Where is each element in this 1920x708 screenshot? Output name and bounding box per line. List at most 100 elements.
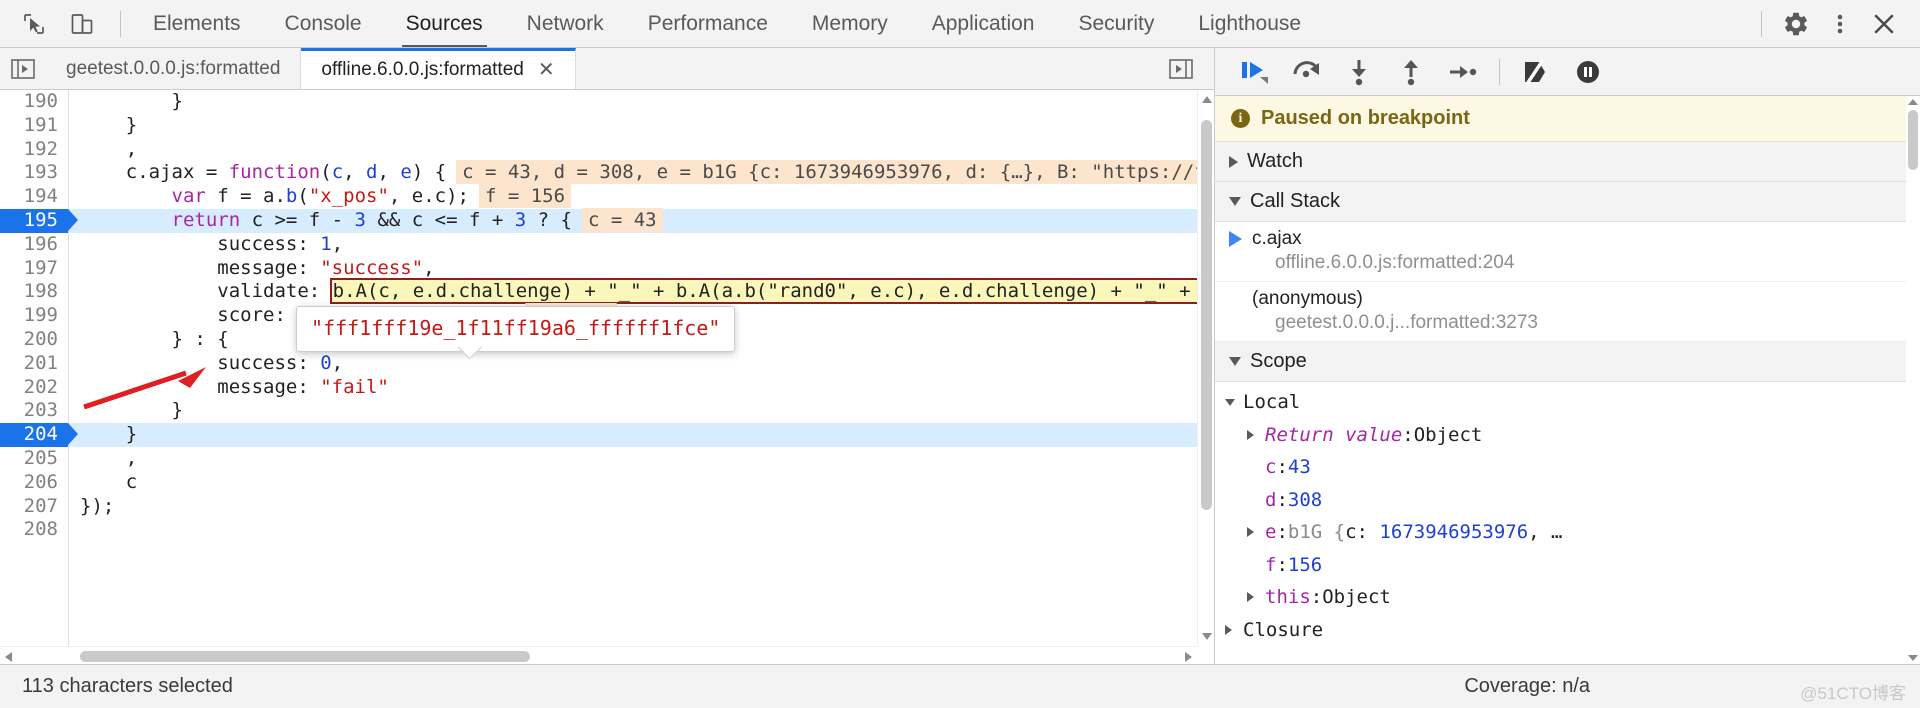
scope-variable-row[interactable]: Return value: Object <box>1215 419 1920 452</box>
code-line-text[interactable]: c.ajax = function(c, d, e) {c = 43, d = … <box>68 160 1214 185</box>
resume-script-execution-icon[interactable] <box>1231 52 1279 92</box>
line-number[interactable]: 196 <box>0 233 68 257</box>
tab-performance[interactable]: Performance <box>626 0 790 47</box>
chevron-right-icon[interactable] <box>1247 429 1254 440</box>
code-line-text[interactable]: return c >= f - 3 && c <= f + 3 ? {c = 4… <box>68 207 1214 233</box>
tab-application[interactable]: Application <box>910 0 1057 47</box>
kebab-menu-icon[interactable] <box>1820 5 1860 43</box>
code-line[interactable]: 191 } <box>0 114 1214 138</box>
editor-tab-offline[interactable]: offline.6.0.0.js:formatted ✕ <box>301 48 576 89</box>
tab-console[interactable]: Console <box>263 0 384 47</box>
scroll-up-arrow-icon[interactable] <box>1202 96 1212 103</box>
code-line-text[interactable]: } <box>68 399 1214 423</box>
step-over-icon[interactable] <box>1283 52 1331 92</box>
line-number[interactable]: 195 <box>0 208 68 233</box>
line-number[interactable]: 197 <box>0 257 68 281</box>
line-number[interactable]: 204 <box>0 423 68 447</box>
scope-variable-row[interactable]: f: 156 <box>1215 549 1920 582</box>
scope-variables-list[interactable]: Local Return value: Object c: 43 d: 308 e: b… <box>1215 382 1920 646</box>
code-editor[interactable]: 190 } 191 } 192 , 193 c.ajax = function(c, … <box>0 90 1214 664</box>
show-navigator-icon[interactable] <box>0 48 46 89</box>
deactivate-breakpoints-icon[interactable] <box>1512 52 1560 92</box>
code-line[interactable]: 196 success: 1, <box>0 233 1214 257</box>
code-line[interactable]: 201 success: 0, <box>0 352 1214 376</box>
line-number[interactable]: 201 <box>0 352 68 376</box>
line-number[interactable]: 194 <box>0 185 68 209</box>
scope-variable-row[interactable]: this: Object <box>1215 581 1920 614</box>
tab-memory[interactable]: Memory <box>790 0 910 47</box>
scope-variable-row[interactable]: c: 43 <box>1215 451 1920 484</box>
tab-elements[interactable]: Elements <box>131 0 263 47</box>
debugger-vertical-scrollbar[interactable] <box>1906 96 1920 664</box>
pause-on-exceptions-icon[interactable] <box>1564 52 1612 92</box>
scroll-down-arrow-icon[interactable] <box>1202 633 1212 640</box>
code-line-text[interactable]: validate: b.A(c, e.d.challenge) + "_" + … <box>68 278 1214 305</box>
scope-group-local[interactable]: Local <box>1215 386 1920 419</box>
line-number[interactable]: 202 <box>0 376 68 400</box>
chevron-right-icon[interactable] <box>1247 592 1254 603</box>
code-line[interactable]: 206 c <box>0 471 1214 495</box>
code-line[interactable]: 194 var f = a.b("x_pos", e.c); f = 156 <box>0 184 1214 209</box>
line-number[interactable]: 193 <box>0 161 68 185</box>
code-line[interactable]: 204 } <box>0 423 1214 447</box>
code-line-text[interactable]: } <box>68 114 1214 138</box>
code-line-text[interactable]: success: 1, <box>68 233 1214 257</box>
scroll-left-arrow-icon[interactable] <box>5 652 12 662</box>
close-icon[interactable] <box>1864 5 1904 43</box>
line-number[interactable]: 205 <box>0 447 68 471</box>
scope-section-header[interactable]: Scope <box>1215 342 1920 382</box>
line-number[interactable]: 198 <box>0 280 68 304</box>
code-line-text[interactable]: message: "success", <box>68 257 1214 281</box>
code-line-text[interactable]: } <box>68 90 1214 114</box>
line-number[interactable]: 199 <box>0 304 68 328</box>
code-line-text[interactable]: success: 0, <box>68 352 1214 376</box>
code-line-text[interactable]: }); <box>68 495 1214 519</box>
call-stack-section-header[interactable]: Call Stack <box>1215 182 1920 222</box>
code-line-text[interactable]: message: "fail" <box>68 376 1214 400</box>
editor-vertical-scroll-thumb[interactable] <box>1201 120 1212 510</box>
code-line[interactable]: 202 message: "fail" <box>0 376 1214 400</box>
scope-variable-row[interactable]: d: 308 <box>1215 484 1920 517</box>
code-line-text[interactable]: , <box>68 447 1214 471</box>
tab-sources[interactable]: Sources <box>384 0 505 47</box>
code-line[interactable]: 205 , <box>0 447 1214 471</box>
line-number[interactable]: 206 <box>0 471 68 495</box>
show-debugger-icon[interactable] <box>1158 56 1204 82</box>
line-number[interactable]: 203 <box>0 399 68 423</box>
code-line[interactable]: 203 } <box>0 399 1214 423</box>
debugger-scroll-thumb[interactable] <box>1908 110 1918 170</box>
editor-horizontal-scrollbar[interactable] <box>0 646 1197 664</box>
code-line[interactable]: 192 , <box>0 138 1214 162</box>
code-line-text[interactable]: , <box>68 138 1214 162</box>
chevron-right-icon[interactable] <box>1247 527 1254 538</box>
gear-icon[interactable] <box>1776 5 1816 43</box>
line-number[interactable]: 191 <box>0 114 68 138</box>
scope-variable-row[interactable]: e: b1G {c: 1673946953976, … <box>1215 516 1920 549</box>
call-stack-frame[interactable]: c.ajax offline.6.0.0.js:formatted:204 <box>1215 222 1920 282</box>
code-line-text[interactable]: var f = a.b("x_pos", e.c); f = 156 <box>68 184 1214 209</box>
line-number[interactable]: 200 <box>0 328 68 352</box>
code-line[interactable]: 195 return c >= f - 3 && c <= f + 3 ? {c… <box>0 207 1214 233</box>
tab-lighthouse[interactable]: Lighthouse <box>1176 0 1323 47</box>
step-icon[interactable] <box>1439 52 1487 92</box>
code-line[interactable]: 208 <box>0 518 1214 542</box>
scroll-right-arrow-icon[interactable] <box>1185 652 1192 662</box>
close-icon[interactable]: ✕ <box>538 60 555 80</box>
watch-section-header[interactable]: Watch <box>1215 142 1920 182</box>
scroll-up-arrow-icon[interactable] <box>1908 99 1918 105</box>
editor-horizontal-scroll-thumb[interactable] <box>80 651 530 662</box>
scroll-down-arrow-icon[interactable] <box>1908 655 1918 661</box>
editor-tab-geetest[interactable]: geetest.0.0.0.js:formatted <box>46 48 302 89</box>
device-toolbar-icon[interactable] <box>62 5 102 43</box>
line-number[interactable]: 190 <box>0 90 68 114</box>
code-line[interactable]: 193 c.ajax = function(c, d, e) {c = 43, … <box>0 160 1214 185</box>
line-number[interactable]: 208 <box>0 518 68 542</box>
code-lines-container[interactable]: 190 } 191 } 192 , 193 c.ajax = function(c, … <box>0 90 1214 664</box>
step-out-icon[interactable] <box>1387 52 1435 92</box>
scope-group-closure[interactable]: Closure <box>1215 614 1920 647</box>
code-line[interactable]: 207}); <box>0 495 1214 519</box>
code-line-text[interactable]: c <box>68 471 1214 495</box>
code-line[interactable]: 197 message: "success", <box>0 257 1214 281</box>
code-line-text[interactable]: } <box>68 423 1214 447</box>
code-line[interactable]: 190 } <box>0 90 1214 114</box>
